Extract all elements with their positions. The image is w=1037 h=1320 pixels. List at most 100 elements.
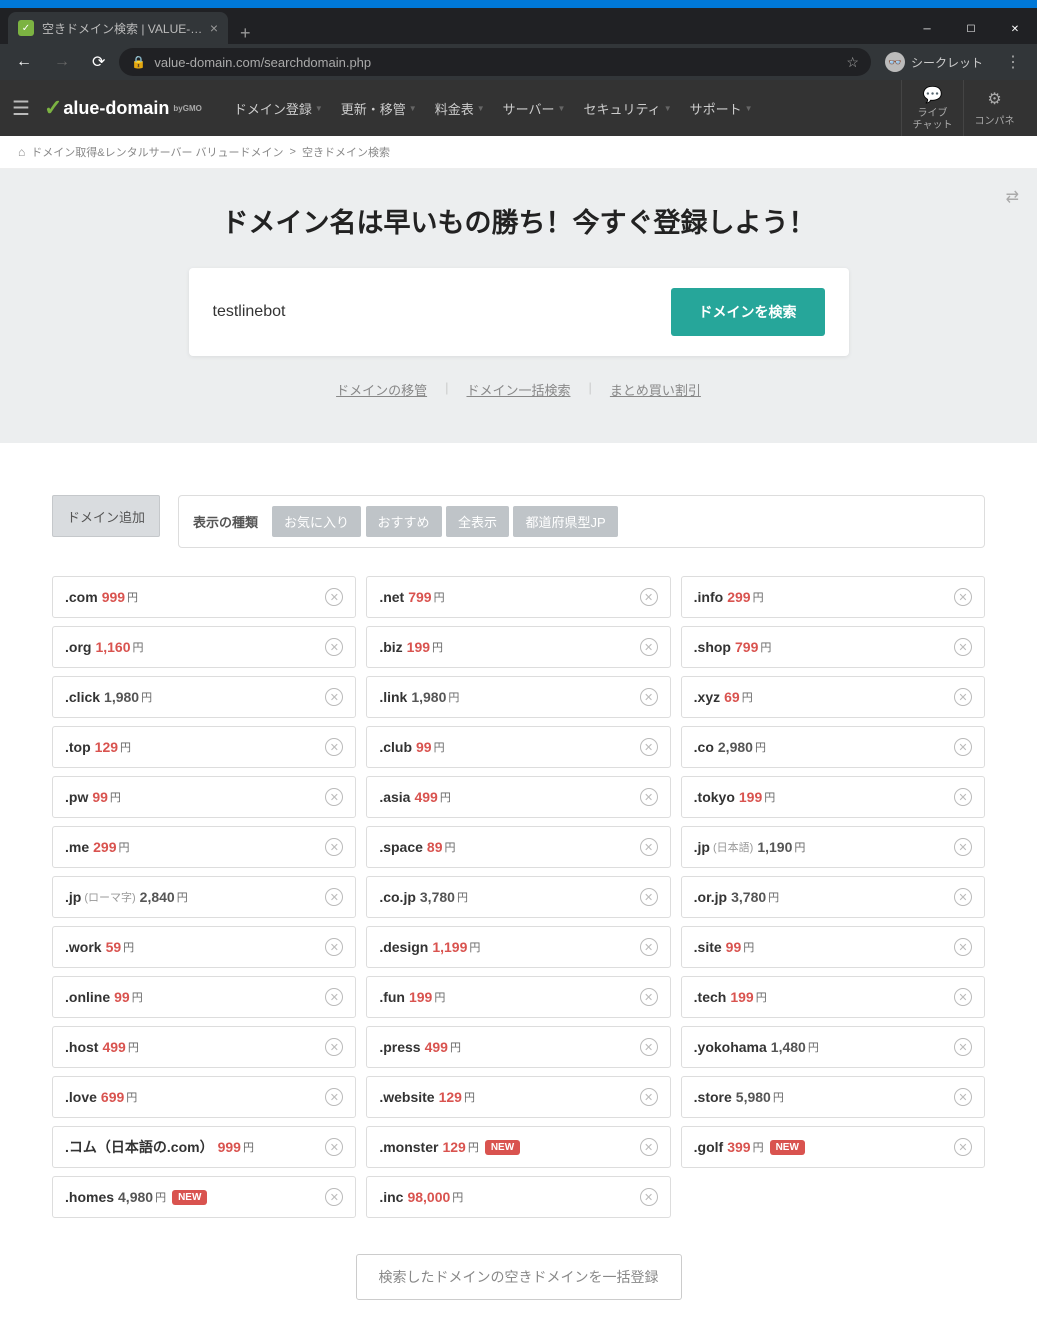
swap-icon[interactable]: ⇄ — [1006, 187, 1019, 207]
remove-icon[interactable]: ✕ — [325, 888, 343, 906]
domain-card[interactable]: .tokyo199円✕ — [681, 776, 985, 818]
hero-link[interactable]: ドメイン一括検索 — [466, 380, 570, 399]
remove-icon[interactable]: ✕ — [325, 788, 343, 806]
remove-icon[interactable]: ✕ — [640, 1188, 658, 1206]
nav-item[interactable]: ドメイン登録▼ — [226, 99, 331, 118]
back-button[interactable]: ← — [8, 47, 40, 77]
hero-link[interactable]: ドメインの移管 — [336, 380, 427, 399]
domain-card[interactable]: .press499円✕ — [366, 1026, 670, 1068]
remove-icon[interactable]: ✕ — [640, 1038, 658, 1056]
domain-card[interactable]: .co2,980円✕ — [681, 726, 985, 768]
remove-icon[interactable]: ✕ — [325, 588, 343, 606]
domain-card[interactable]: .org1,160円✕ — [52, 626, 356, 668]
domain-card[interactable]: .yokohama1,480円✕ — [681, 1026, 985, 1068]
remove-icon[interactable]: ✕ — [325, 738, 343, 756]
remove-icon[interactable]: ✕ — [640, 888, 658, 906]
domain-card[interactable]: .jp(ローマ字)2,840円✕ — [52, 876, 356, 918]
remove-icon[interactable]: ✕ — [640, 738, 658, 756]
domain-card[interactable]: .love699円✕ — [52, 1076, 356, 1118]
browser-menu-button[interactable]: ⋮ — [997, 52, 1029, 72]
remove-icon[interactable]: ✕ — [325, 938, 343, 956]
domain-card[interactable]: .site99円✕ — [681, 926, 985, 968]
filter-button[interactable]: おすすめ — [366, 506, 442, 537]
filter-button[interactable]: お気に入り — [272, 506, 361, 537]
site-logo[interactable]: ✓ alue-domain byGMO — [44, 95, 202, 121]
filter-button[interactable]: 都道府県型JP — [513, 506, 617, 537]
remove-icon[interactable]: ✕ — [954, 938, 972, 956]
domain-card[interactable]: .link1,980円✕ — [366, 676, 670, 718]
minimize-button[interactable]: ─ — [905, 14, 949, 44]
hero-link[interactable]: まとめ買い割引 — [610, 380, 701, 399]
close-button[interactable]: ✕ — [993, 14, 1037, 44]
domain-card[interactable]: .tech199円✕ — [681, 976, 985, 1018]
domain-card[interactable]: .website129円✕ — [366, 1076, 670, 1118]
remove-icon[interactable]: ✕ — [325, 1188, 343, 1206]
remove-icon[interactable]: ✕ — [325, 1038, 343, 1056]
remove-icon[interactable]: ✕ — [640, 838, 658, 856]
live-chat-button[interactable]: 💬 ライブ チャット — [901, 80, 963, 136]
new-tab-button[interactable]: + — [228, 23, 263, 44]
breadcrumb-root[interactable]: ドメイン取得&レンタルサーバー バリュードメイン — [31, 144, 283, 160]
remove-icon[interactable]: ✕ — [640, 1138, 658, 1156]
domain-card[interactable]: .work59円✕ — [52, 926, 356, 968]
domain-card[interactable]: .co.jp3,780円✕ — [366, 876, 670, 918]
domain-card[interactable]: .store5,980円✕ — [681, 1076, 985, 1118]
maximize-button[interactable]: ☐ — [949, 14, 993, 44]
remove-icon[interactable]: ✕ — [640, 1088, 658, 1106]
add-domain-button[interactable]: ドメイン追加 — [52, 495, 160, 537]
domain-card[interactable]: .golf399円NEW✕ — [681, 1126, 985, 1168]
domain-card[interactable]: .monster129円NEW✕ — [366, 1126, 670, 1168]
domain-card[interactable]: .top129円✕ — [52, 726, 356, 768]
forward-button[interactable]: → — [46, 47, 78, 77]
remove-icon[interactable]: ✕ — [954, 738, 972, 756]
remove-icon[interactable]: ✕ — [640, 588, 658, 606]
nav-item[interactable]: サポート▼ — [682, 99, 761, 118]
remove-icon[interactable]: ✕ — [640, 788, 658, 806]
domain-card[interactable]: .コム（日本語の.com）999円✕ — [52, 1126, 356, 1168]
remove-icon[interactable]: ✕ — [954, 888, 972, 906]
remove-icon[interactable]: ✕ — [325, 1088, 343, 1106]
domain-card[interactable]: .asia499円✕ — [366, 776, 670, 818]
nav-item[interactable]: サーバー▼ — [495, 99, 574, 118]
domain-search-input[interactable] — [213, 295, 659, 329]
conpane-button[interactable]: ⚙ コンパネ — [963, 80, 1025, 136]
remove-icon[interactable]: ✕ — [325, 688, 343, 706]
domain-card[interactable]: .club99円✕ — [366, 726, 670, 768]
domain-search-button[interactable]: ドメインを検索 — [671, 288, 825, 336]
domain-card[interactable]: .homes4,980円NEW✕ — [52, 1176, 356, 1218]
domain-card[interactable]: .info299円✕ — [681, 576, 985, 618]
remove-icon[interactable]: ✕ — [325, 638, 343, 656]
domain-card[interactable]: .com999円✕ — [52, 576, 356, 618]
remove-icon[interactable]: ✕ — [954, 588, 972, 606]
remove-icon[interactable]: ✕ — [954, 688, 972, 706]
domain-card[interactable]: .net799円✕ — [366, 576, 670, 618]
remove-icon[interactable]: ✕ — [954, 1038, 972, 1056]
bookmark-star-icon[interactable]: ☆ — [846, 54, 859, 71]
remove-icon[interactable]: ✕ — [954, 788, 972, 806]
nav-item[interactable]: 更新・移管▼ — [333, 99, 425, 118]
reload-button[interactable]: ⟳ — [84, 46, 113, 78]
domain-card[interactable]: .jp(日本語)1,190円✕ — [681, 826, 985, 868]
filter-button[interactable]: 全表示 — [446, 506, 509, 537]
domain-card[interactable]: .or.jp3,780円✕ — [681, 876, 985, 918]
home-icon[interactable]: ⌂ — [18, 145, 25, 159]
hamburger-icon[interactable]: ☰ — [12, 96, 30, 121]
remove-icon[interactable]: ✕ — [954, 1138, 972, 1156]
domain-card[interactable]: .pw99円✕ — [52, 776, 356, 818]
url-input[interactable]: 🔒 value-domain.com/searchdomain.php ☆ — [119, 48, 871, 76]
domain-card[interactable]: .biz199円✕ — [366, 626, 670, 668]
domain-card[interactable]: .space89円✕ — [366, 826, 670, 868]
remove-icon[interactable]: ✕ — [954, 1088, 972, 1106]
domain-card[interactable]: .fun199円✕ — [366, 976, 670, 1018]
remove-icon[interactable]: ✕ — [640, 638, 658, 656]
remove-icon[interactable]: ✕ — [325, 838, 343, 856]
domain-card[interactable]: .xyz69円✕ — [681, 676, 985, 718]
remove-icon[interactable]: ✕ — [640, 688, 658, 706]
remove-icon[interactable]: ✕ — [954, 988, 972, 1006]
domain-card[interactable]: .host499円✕ — [52, 1026, 356, 1068]
incognito-indicator[interactable]: 👓 シークレット — [877, 52, 991, 72]
domain-card[interactable]: .me299円✕ — [52, 826, 356, 868]
domain-card[interactable]: .shop799円✕ — [681, 626, 985, 668]
remove-icon[interactable]: ✕ — [325, 1138, 343, 1156]
remove-icon[interactable]: ✕ — [325, 988, 343, 1006]
